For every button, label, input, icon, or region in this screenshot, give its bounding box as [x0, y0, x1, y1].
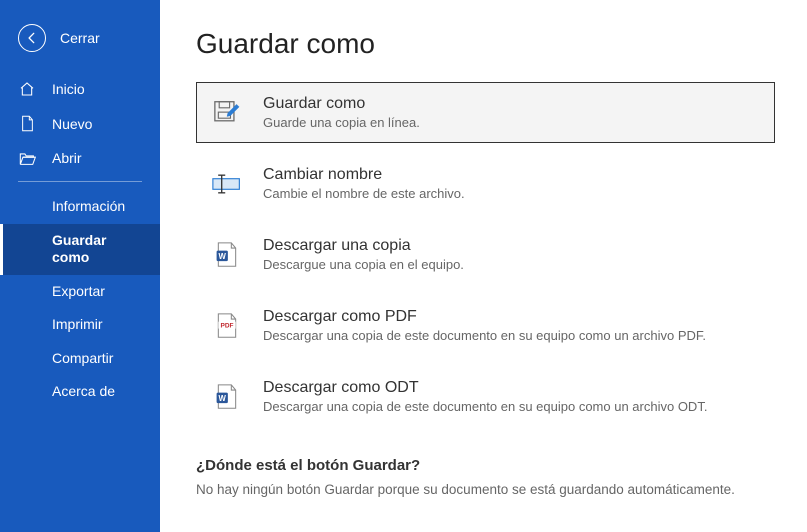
option-download-odt-desc: Descargar una copia de este documento en… [263, 399, 707, 414]
folder-open-icon [18, 151, 36, 166]
footer-question: ¿Dónde está el botón Guardar? [196, 457, 775, 474]
nav-home[interactable]: Inicio [0, 72, 160, 106]
nav-open[interactable]: Abrir [0, 141, 160, 175]
nav-export[interactable]: Exportar [0, 275, 160, 309]
option-save-as[interactable]: Guardar como Guarde una copia en línea. [196, 82, 775, 143]
option-rename-title: Cambiar nombre [263, 166, 465, 184]
nav-info-label: Información [52, 198, 125, 214]
option-download-copy-desc: Descargue una copia en el equipo. [263, 257, 464, 272]
new-document-icon [18, 115, 36, 132]
svg-text:PDF: PDF [221, 322, 234, 329]
close-button[interactable]: Cerrar [0, 18, 160, 72]
option-rename[interactable]: Cambiar nombre Cambie el nombre de este … [196, 153, 775, 214]
nav-export-label: Exportar [52, 283, 105, 299]
home-icon [18, 81, 36, 97]
option-save-as-title: Guardar como [263, 95, 420, 113]
option-download-pdf-title: Descargar como PDF [263, 308, 706, 326]
save-as-icon [211, 100, 243, 126]
option-download-copy[interactable]: W Descargar una copia Descargue una copi… [196, 224, 775, 285]
rename-icon [211, 173, 243, 195]
nav-new-label: Nuevo [52, 116, 92, 132]
back-arrow-icon [18, 24, 46, 52]
nav-open-label: Abrir [52, 150, 82, 166]
nav-info[interactable]: Información [0, 190, 160, 224]
option-download-odt-title: Descargar como ODT [263, 379, 707, 397]
nav-about-label: Acerca de [52, 383, 115, 399]
close-label: Cerrar [60, 30, 100, 46]
nav-new[interactable]: Nuevo [0, 106, 160, 141]
option-download-copy-title: Descargar una copia [263, 237, 464, 255]
pdf-document-icon: PDF [211, 313, 243, 339]
backstage-sidebar: Cerrar Inicio Nuevo Abrir Información [0, 0, 160, 532]
nav-home-label: Inicio [52, 81, 85, 97]
footer-info: ¿Dónde está el botón Guardar? No hay nin… [196, 457, 775, 497]
word-document-icon: W [211, 242, 243, 268]
nav-print[interactable]: Imprimir [0, 308, 160, 342]
nav-about[interactable]: Acerca de [0, 375, 160, 409]
option-download-pdf-desc: Descargar una copia de este documento en… [263, 328, 706, 343]
nav-save-as[interactable]: Guardar como [0, 224, 160, 275]
word-document-icon: W [211, 384, 243, 410]
nav-print-label: Imprimir [52, 316, 103, 332]
footer-answer: No hay ningún botón Guardar porque su do… [196, 482, 775, 497]
nav-share[interactable]: Compartir [0, 342, 160, 376]
page-title: Guardar como [196, 28, 775, 60]
svg-text:W: W [219, 251, 227, 260]
svg-text:W: W [219, 393, 227, 402]
option-save-as-desc: Guarde una copia en línea. [263, 115, 420, 130]
option-download-pdf[interactable]: PDF Descargar como PDF Descargar una cop… [196, 295, 775, 356]
nav-save-as-label: Guardar como [52, 232, 106, 266]
option-download-odt[interactable]: W Descargar como ODT Descargar una copia… [196, 366, 775, 427]
sidebar-divider [18, 181, 142, 182]
main-panel: Guardar como Guardar como Guarde una cop… [160, 0, 807, 532]
nav-share-label: Compartir [52, 350, 113, 366]
option-rename-desc: Cambie el nombre de este archivo. [263, 186, 465, 201]
